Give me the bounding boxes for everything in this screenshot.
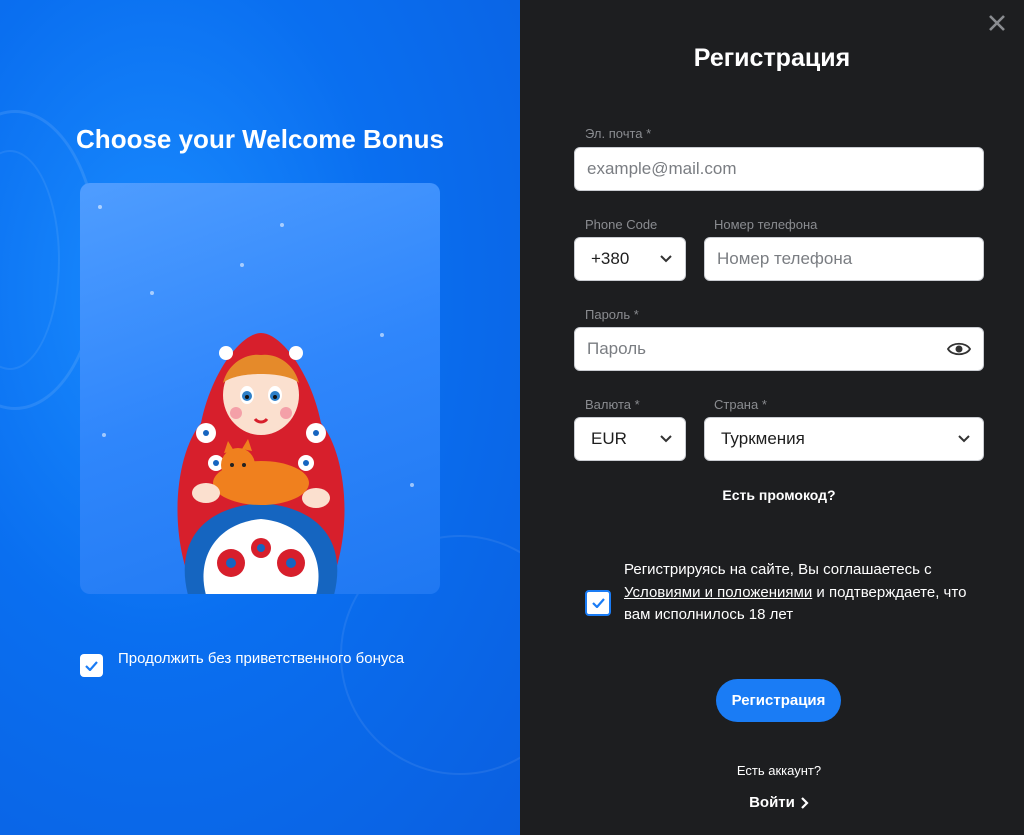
- password-field-wrapper: [574, 327, 984, 371]
- country-select[interactable]: Туркмения: [704, 417, 984, 461]
- currency-label: Валюта *: [585, 397, 640, 412]
- chevron-down-icon: [659, 432, 673, 446]
- continue-without-bonus-label: Продолжить без приветственного бонуса: [118, 650, 405, 667]
- country-value: Туркмения: [721, 429, 805, 448]
- close-icon: [989, 15, 1005, 31]
- password-input[interactable]: [587, 339, 947, 359]
- welcome-bonus-title: Choose your Welcome Bonus: [76, 124, 444, 154]
- currency-value: EUR: [591, 429, 627, 448]
- phone-input[interactable]: [717, 249, 971, 269]
- welcome-bonus-panel: Choose your Welcome Bonus Продолжить без…: [0, 0, 520, 835]
- sparkle: [240, 263, 244, 267]
- chevron-right-icon: [801, 796, 809, 809]
- email-field-wrapper: [574, 147, 984, 191]
- terms-checkbox[interactable]: [585, 590, 611, 616]
- continue-without-bonus-checkbox[interactable]: [80, 654, 103, 677]
- sparkle: [410, 483, 414, 487]
- registration-title: Регистрация: [693, 44, 851, 72]
- login-link[interactable]: Войти: [520, 794, 1024, 811]
- bonus-card[interactable]: [80, 183, 440, 594]
- currency-select[interactable]: EUR: [574, 417, 686, 461]
- sparkle: [150, 291, 154, 295]
- chevron-down-icon: [957, 432, 971, 446]
- sparkle: [280, 223, 284, 227]
- terms-link[interactable]: Условиями и положениями: [624, 584, 812, 601]
- terms-text-before: Регистрируясь на сайте, Вы соглашаетесь …: [624, 561, 932, 578]
- checkmark-icon: [591, 598, 605, 608]
- phone-label: Номер телефона: [714, 217, 818, 232]
- country-label: Страна *: [714, 397, 767, 412]
- sparkle: [98, 205, 102, 209]
- sparkle: [380, 333, 384, 337]
- email-input[interactable]: [587, 159, 971, 179]
- phone-code-label: Phone Code: [585, 217, 658, 232]
- chevron-down-icon: [659, 252, 673, 266]
- phone-code-value: +380: [591, 249, 630, 268]
- matryoshka-doll-image: [177, 333, 345, 594]
- phone-code-select[interactable]: +380: [574, 237, 686, 281]
- password-label: Пароль *: [585, 307, 639, 322]
- close-button[interactable]: [984, 10, 1010, 36]
- terms-text: Регистрируясь на сайте, Вы соглашаетесь …: [624, 559, 969, 627]
- eye-icon[interactable]: [947, 341, 971, 357]
- continue-without-bonus-row[interactable]: Продолжить без приветственного бонуса: [80, 648, 408, 677]
- login-label: Войти: [749, 794, 795, 811]
- have-account-text: Есть аккаунт?: [736, 763, 822, 778]
- promo-code-link[interactable]: Есть промокод?: [520, 487, 1024, 503]
- register-button[interactable]: Регистрация: [716, 679, 841, 722]
- phone-field-wrapper: [704, 237, 984, 281]
- sparkle: [102, 433, 106, 437]
- terms-row: Регистрируясь на сайте, Вы соглашаетесь …: [585, 559, 969, 627]
- checkmark-icon: [85, 660, 98, 671]
- email-label: Эл. почта *: [585, 126, 652, 141]
